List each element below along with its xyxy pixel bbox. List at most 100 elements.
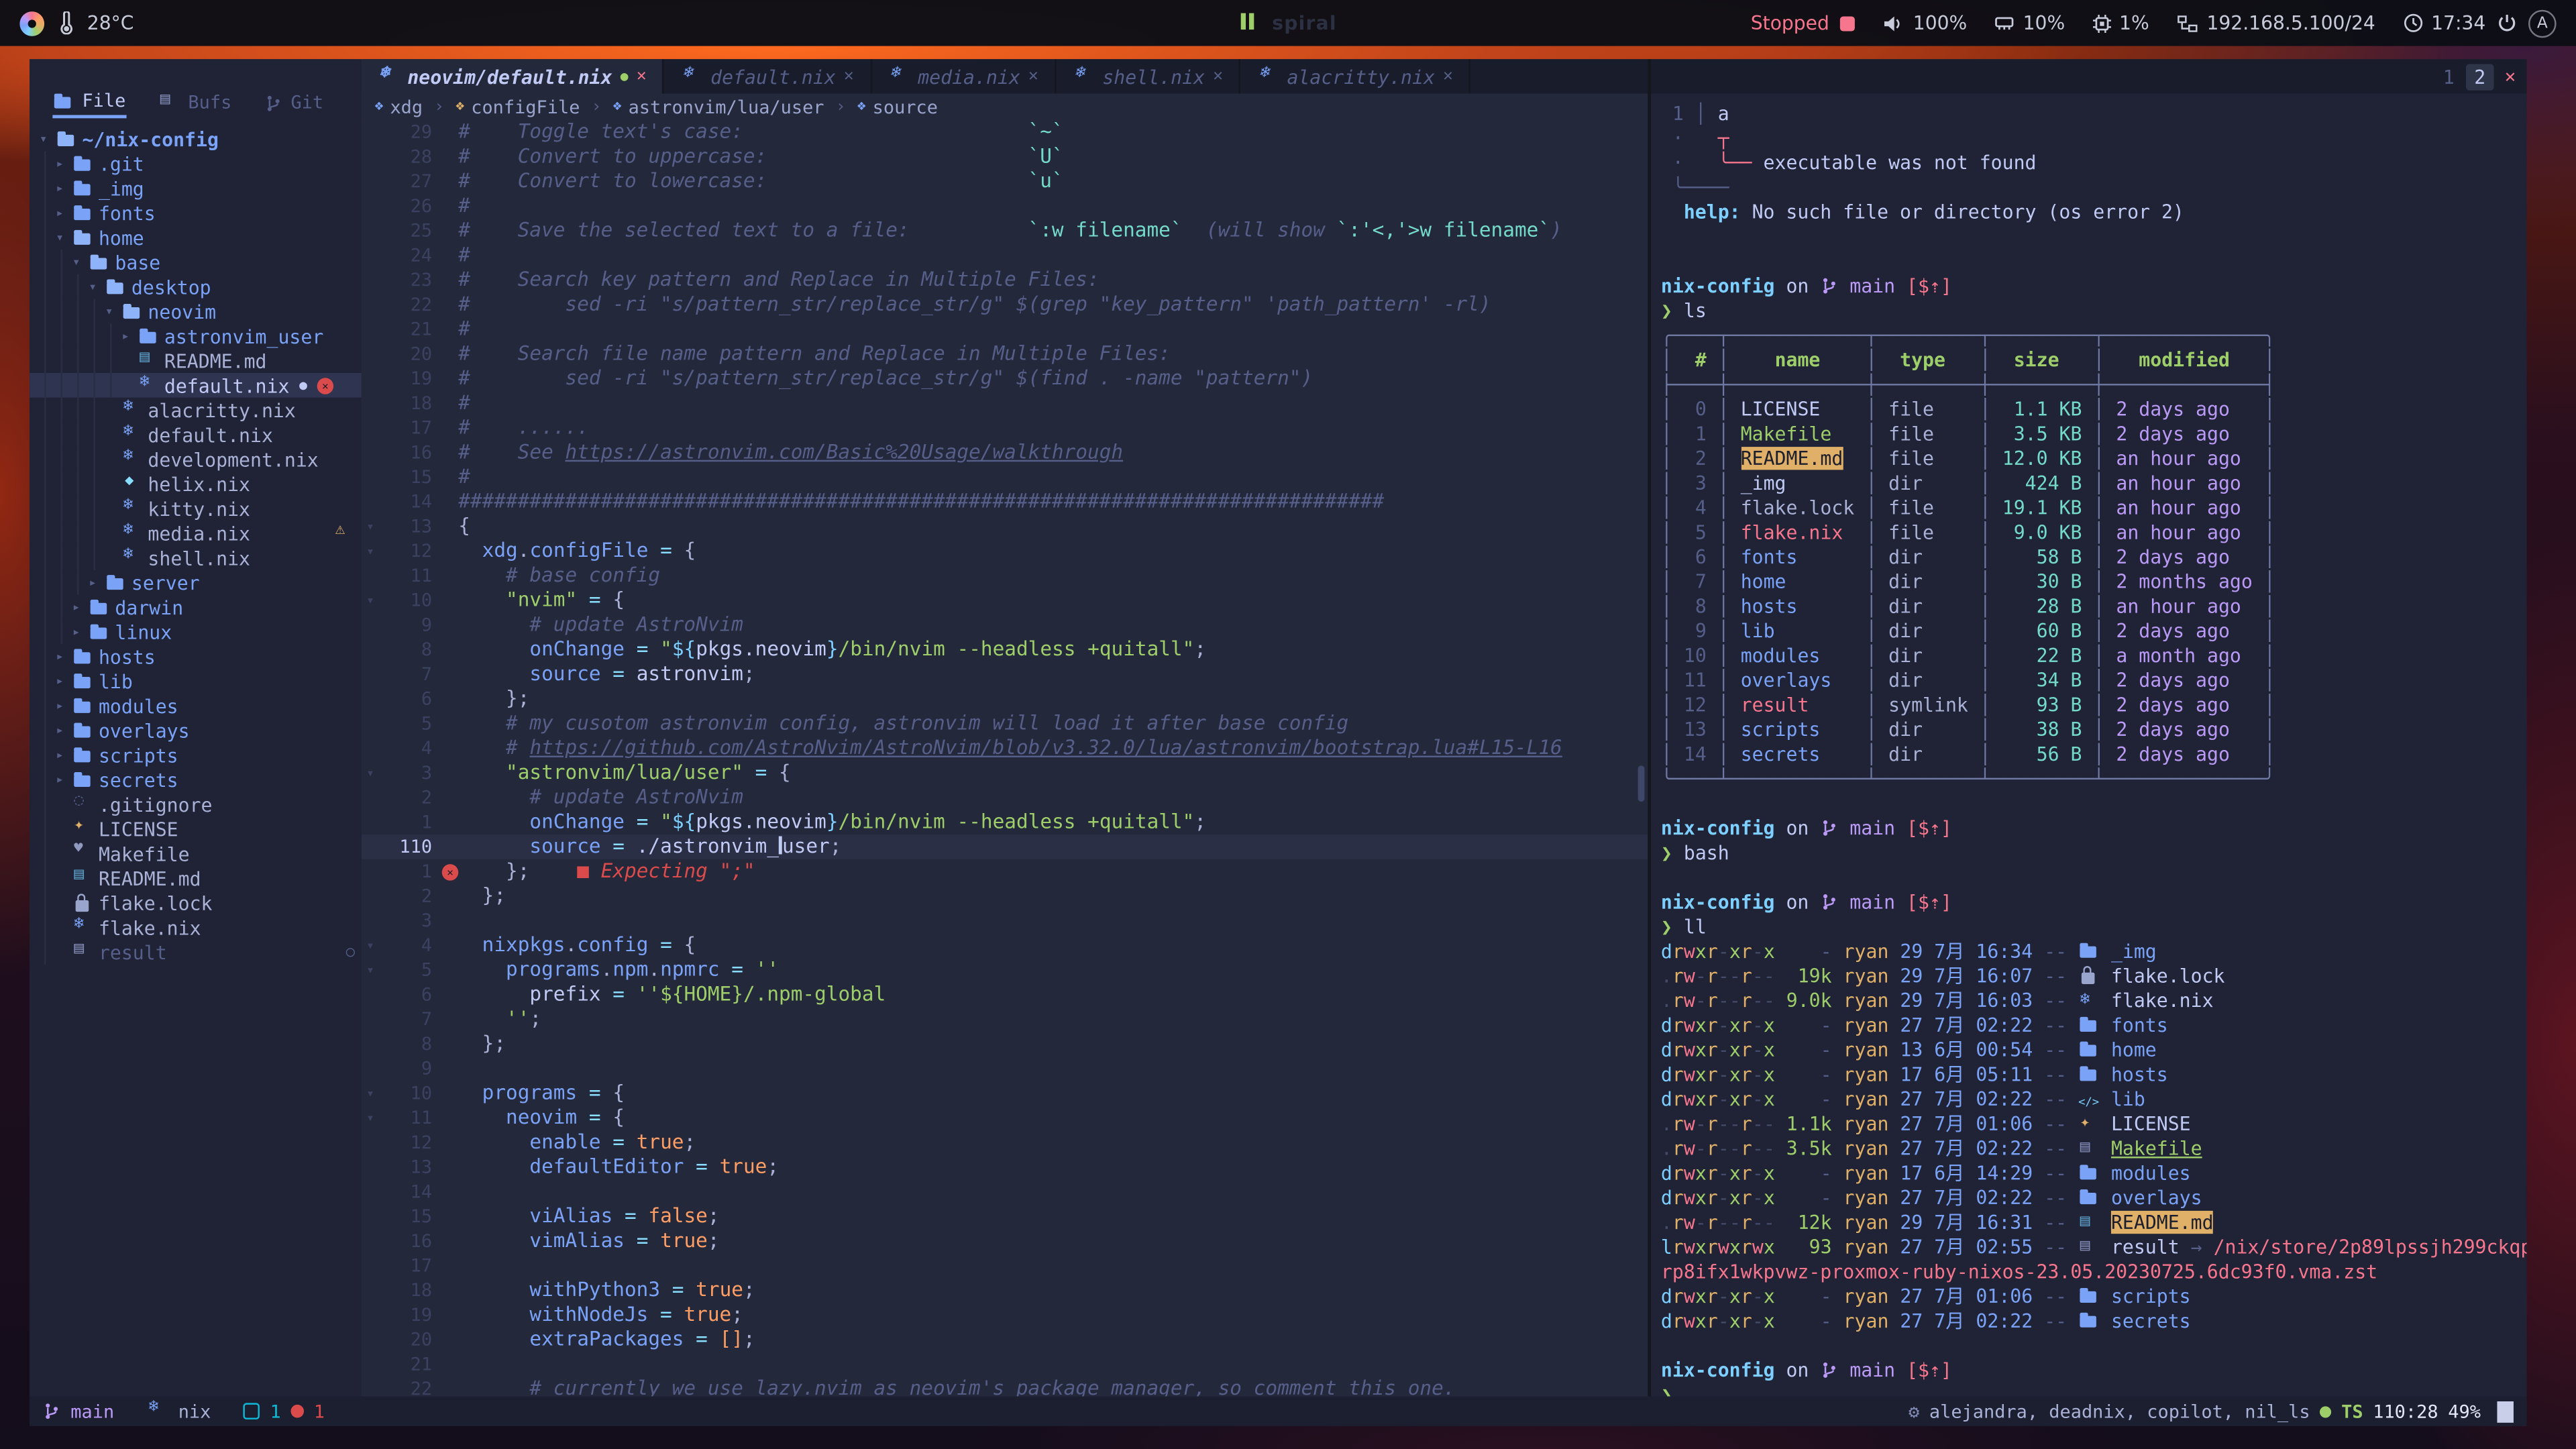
close-icon[interactable]: ✕ [2494, 59, 2527, 93]
buffer-tab-neovim/default.nix[interactable]: neovim/default.nix●✕ [362, 59, 665, 93]
diagnostic-error-count[interactable]: 1 [314, 1401, 325, 1422]
stop-icon[interactable] [1841, 15, 1856, 30]
speaker-icon[interactable] [1884, 14, 1905, 32]
terminal-pane[interactable]: 1 │ a · ┬ · ╰── executable was not found… [1651, 94, 2526, 1397]
diagnostic-info-count[interactable]: 1 [270, 1401, 281, 1422]
tree-item-secrets[interactable]: ▸secrets [30, 767, 362, 792]
tree-item-base[interactable]: ▾base [30, 250, 362, 274]
tree-item-~/nix-config[interactable]: ▾~/nix-config [30, 127, 362, 152]
code-line[interactable]: 19# sed -ri "s/pattern_str/replace_str/g… [362, 366, 1648, 391]
code-line[interactable]: 4 # https://github.com/AstroNvim/AstroNv… [362, 736, 1648, 761]
tree-item-default.nix[interactable]: default.nix●✕ [30, 373, 362, 398]
workspace-name[interactable]: spiral [1272, 11, 1337, 34]
breadcrumb-xdg[interactable]: ❖xdg [374, 96, 423, 117]
code-line[interactable]: 21# [362, 317, 1648, 342]
code-line[interactable]: 1✕ }; ■ Expecting ";" [362, 859, 1648, 884]
network-icon[interactable] [2177, 14, 2198, 32]
code-line[interactable]: ▾11 neovim = { [362, 1106, 1648, 1130]
sidebar-tab-Git[interactable]: Git [264, 91, 323, 119]
buffer-tab-alacritty.nix[interactable]: alacritty.nix✕ [1241, 59, 1471, 93]
code-line[interactable]: 25# Save the selected text to a file: `:… [362, 219, 1648, 244]
code-line[interactable]: 18 withPython3 = true; [362, 1278, 1648, 1303]
code-line[interactable]: 20# Search file name pattern and Replace… [362, 341, 1648, 366]
tabpage-2[interactable]: 2 [2466, 63, 2494, 89]
tree-item-darwin[interactable]: ▸darwin [30, 595, 362, 620]
buffer-tab-shell.nix[interactable]: shell.nix✕ [1057, 59, 1241, 93]
code-line[interactable]: 19 withNodeJs = true; [362, 1303, 1648, 1328]
code-line[interactable]: 14######################################… [362, 490, 1648, 515]
breadcrumb-configFile[interactable]: ❖configFile [455, 96, 580, 117]
tree-item-.gitignore[interactable]: .gitignore [30, 792, 362, 816]
buffer-tab-media.nix[interactable]: media.nix✕ [872, 59, 1057, 93]
code-line[interactable]: 29# Toggle text's case: `~` [362, 120, 1648, 145]
tree-item-Makefile[interactable]: Makefile [30, 841, 362, 866]
tree-item-.git[interactable]: ▸.git [30, 151, 362, 176]
code-line[interactable]: 8 onChange = "${pkgs.neovim}/bin/nvim --… [362, 637, 1648, 662]
pause-icon[interactable] [1239, 11, 1255, 34]
code-line[interactable]: 16# See https://astronvim.com/Basic%20Us… [362, 440, 1648, 465]
code-line[interactable]: 11 # base config [362, 564, 1648, 588]
tabpage-1[interactable]: 1 [2434, 63, 2463, 89]
close-buffer-icon[interactable]: ✕ [637, 67, 647, 85]
tree-item-development.nix[interactable]: development.nix [30, 447, 362, 472]
diagnostic-error-icon[interactable] [290, 1405, 304, 1418]
code-line[interactable]: 7 ''; [362, 1007, 1648, 1032]
code-line[interactable]: ▾4 nixpkgs.config = { [362, 933, 1648, 958]
tree-item-kitty.nix[interactable]: kitty.nix [30, 496, 362, 521]
code-line[interactable]: 2 }; [362, 884, 1648, 909]
code-line[interactable]: 12 enable = true; [362, 1130, 1648, 1155]
tree-item-modules[interactable]: ▸modules [30, 693, 362, 718]
tree-item-README.md[interactable]: README.md [30, 866, 362, 891]
code-line[interactable]: 26# [362, 194, 1648, 219]
tree-item-neovim[interactable]: ▾neovim [30, 299, 362, 324]
tree-item-astronvim_user[interactable]: ▸astronvim_user [30, 323, 362, 348]
code-line[interactable]: 17# ...... [362, 416, 1648, 441]
code-line[interactable]: 24# [362, 243, 1648, 268]
tree-item-result[interactable]: result○ [30, 940, 362, 965]
keyboard-layout[interactable]: A [2528, 9, 2557, 37]
tree-item-fonts[interactable]: ▸fonts [30, 201, 362, 225]
code-line[interactable]: 2 # update AstroNvim [362, 786, 1648, 810]
code-line[interactable]: 16 vimAlias = true; [362, 1229, 1648, 1254]
tree-item-README.md[interactable]: README.md [30, 348, 362, 373]
scrollbar-thumb[interactable] [1638, 765, 1645, 802]
code-line[interactable]: ▾10 "nvim" = { [362, 588, 1648, 613]
tree-item-media.nix[interactable]: media.nix [30, 521, 362, 545]
code-line[interactable]: 13 defaultEditor = true; [362, 1155, 1648, 1180]
code-line[interactable]: 110 source = ./astronvim_user; [362, 835, 1648, 859]
code-line[interactable]: ▾13{ [362, 515, 1648, 539]
tree-item-flake.lock[interactable]: flake.lock [30, 890, 362, 915]
code-line[interactable]: 18# [362, 391, 1648, 416]
sidebar-tab-File[interactable]: File [52, 91, 125, 119]
code-line[interactable]: 15 viAlias = false; [362, 1204, 1648, 1229]
close-buffer-icon[interactable]: ✕ [844, 67, 854, 85]
tree-item-desktop[interactable]: ▾desktop [30, 274, 362, 299]
diagnostic-info-icon[interactable] [244, 1403, 260, 1419]
code-line[interactable]: 22 # currently we use lazy.nvim as neovi… [362, 1377, 1648, 1396]
code-line[interactable]: 5 # my cusotom astronvim config, astronv… [362, 711, 1648, 736]
power-icon[interactable] [2497, 13, 2516, 33]
git-branch[interactable]: main [70, 1401, 114, 1422]
tree-item-shell.nix[interactable]: shell.nix [30, 545, 362, 570]
tree-item-hosts[interactable]: ▸hosts [30, 644, 362, 669]
tree-item-linux[interactable]: ▸linux [30, 619, 362, 644]
distro-icon[interactable] [19, 11, 44, 36]
code-line[interactable]: 1 onChange = "${pkgs.neovim}/bin/nvim --… [362, 810, 1648, 835]
tree-item-server[interactable]: ▸server [30, 570, 362, 595]
code-line[interactable]: 6 prefix = ''${HOME}/.npm-global [362, 982, 1648, 1007]
code-line[interactable]: 28# Convert to uppercase: `U` [362, 145, 1648, 170]
code-line[interactable]: 9 # update AstroNvim [362, 612, 1648, 637]
code-editor[interactable]: 29# Toggle text's case: `~`28# Convert t… [362, 120, 1648, 1397]
code-line[interactable]: 23# Search key pattern and Replace in Mu… [362, 268, 1648, 292]
code-line[interactable]: 6 }; [362, 687, 1648, 712]
buffer-tab-default.nix[interactable]: default.nix✕ [665, 59, 872, 93]
code-line[interactable]: 22# sed -ri "s/pattern_str/replace_str/g… [362, 292, 1648, 317]
tree-item-_img[interactable]: ▸_img [30, 176, 362, 201]
breadcrumb-astronvim/lua/user[interactable]: ❖astronvim/lua/user [613, 96, 824, 117]
code-line[interactable]: 7 source = astronvim; [362, 662, 1648, 687]
code-line[interactable]: 17 [362, 1254, 1648, 1279]
breadcrumb-source[interactable]: ❖source [857, 96, 938, 117]
tree-item-flake.nix[interactable]: flake.nix [30, 915, 362, 940]
code-line[interactable]: 27# Convert to lowercase: `u` [362, 169, 1648, 194]
sidebar-tab-Bufs[interactable]: Bufs [158, 91, 231, 119]
